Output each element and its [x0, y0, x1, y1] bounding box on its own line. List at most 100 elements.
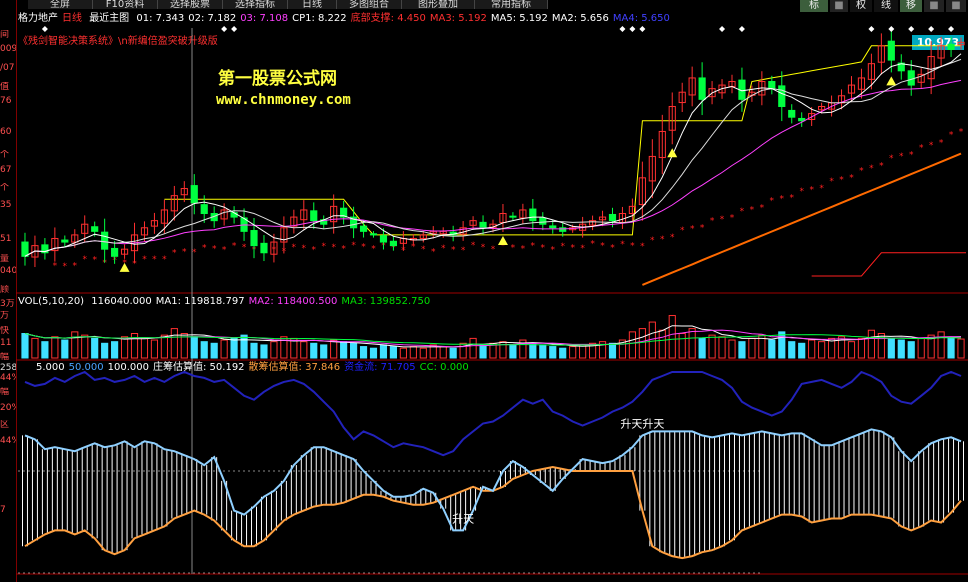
- candle-body: [81, 223, 89, 234]
- buy-signal-marker: [119, 262, 130, 272]
- header-value: MA3: 139852.750: [341, 296, 431, 307]
- header-value: MA3: 5.192: [429, 13, 487, 24]
- volume-bar: [937, 331, 945, 359]
- support-star: *: [351, 241, 356, 251]
- volume-bar: [51, 336, 59, 359]
- candle-body: [549, 225, 557, 229]
- toolbar-move-button[interactable]: 移: [900, 0, 922, 12]
- candle-body: [330, 205, 338, 223]
- candle-body: [827, 102, 836, 110]
- support-star: *: [222, 245, 227, 255]
- candle-body: [808, 113, 816, 121]
- support-star: *: [909, 151, 914, 161]
- multi-chart-button[interactable]: 多图组合: [337, 0, 402, 9]
- candle-body: [499, 213, 507, 224]
- left-axis-label: 幅: [0, 352, 10, 362]
- subtitle: 《残剑智能决策系统》\n新编倍盈突破升级版: [18, 36, 218, 47]
- candle-body: [419, 234, 427, 239]
- vol-name: VOL(5,10,20): [18, 296, 85, 307]
- toolbar-square-button[interactable]: ■: [830, 0, 848, 12]
- select-indicator-button[interactable]: 选择指标: [223, 0, 288, 9]
- buy-signal-marker: [667, 148, 678, 158]
- support-star: *: [610, 243, 615, 253]
- candle-body: [340, 207, 348, 218]
- period-label: 日线: [62, 13, 82, 24]
- left-axis-label: 040: [0, 266, 16, 276]
- candle-body: [91, 226, 99, 232]
- vol-ma3-line: [24, 333, 962, 346]
- f10-button[interactable]: F10资料: [93, 0, 158, 9]
- volume-bar: [111, 341, 119, 359]
- support-star: *: [451, 245, 456, 255]
- candle-body: [459, 227, 467, 235]
- volume-bar: [738, 341, 746, 359]
- left-axis-label: 44%: [0, 373, 16, 383]
- candle-body: [539, 217, 547, 225]
- signal-label: 升天: [452, 512, 474, 525]
- candle-body: [758, 81, 766, 96]
- left-axis-label: 258: [0, 363, 16, 373]
- left-axis-label: 个: [0, 150, 10, 160]
- overlay-button[interactable]: 图形叠加: [402, 0, 475, 9]
- left-axis-label: 60: [0, 127, 12, 137]
- toolbar-line-button[interactable]: 线: [874, 0, 898, 12]
- candle-body: [101, 231, 109, 250]
- candle-body: [260, 242, 268, 254]
- volume-bar: [101, 342, 109, 359]
- select-stock-button[interactable]: 选择股票: [158, 0, 223, 9]
- header-value: 116040.000: [91, 296, 152, 307]
- candle-body: [588, 220, 597, 226]
- candle-body: [200, 204, 208, 215]
- volume-bar: [698, 337, 706, 359]
- candle-body: [389, 240, 398, 247]
- toolbar-right-button[interactable]: 权: [850, 0, 872, 12]
- support-star: *: [541, 244, 546, 254]
- support-star: *: [421, 245, 426, 255]
- fullscreen-button[interactable]: 全屏: [28, 0, 93, 9]
- daily-button[interactable]: 日线: [288, 0, 337, 9]
- support-star: *: [580, 244, 585, 254]
- support-star: *: [491, 245, 496, 255]
- header-value: 100.000: [107, 362, 149, 373]
- support-star: *: [252, 246, 257, 256]
- left-axis-label: 快: [0, 326, 10, 336]
- candle-body: [170, 195, 178, 212]
- common-indicator-button[interactable]: 常用指标: [475, 0, 548, 9]
- volume-bar: [340, 341, 348, 359]
- signal-diamond: [719, 26, 726, 32]
- volume-bar: [867, 329, 875, 359]
- left-axis-label: 11: [0, 338, 12, 348]
- support-star: *: [262, 243, 267, 253]
- volume-bar: [748, 337, 756, 359]
- support-star: *: [511, 243, 516, 253]
- toolbar-square-button-3[interactable]: ■: [946, 0, 966, 12]
- candle-body: [837, 95, 846, 104]
- support-star: *: [819, 184, 824, 194]
- support-star: *: [501, 242, 506, 252]
- candle-body: [519, 209, 527, 219]
- support-star: *: [680, 226, 685, 236]
- price-header: 格力地产 日线 最近主图 01: 7.343 02: 7.182 03: 7.108 C…: [18, 13, 678, 25]
- stock-name[interactable]: 格力地产: [18, 13, 58, 24]
- left-axis-label: 7: [0, 505, 6, 515]
- candle-body: [678, 91, 686, 104]
- left-axis-label: 76: [0, 96, 12, 106]
- signal-diamond: [639, 26, 646, 32]
- candle-body: [230, 212, 238, 218]
- toolbar-square-button-2[interactable]: ■: [924, 0, 944, 12]
- volume-bar: [907, 341, 915, 359]
- volume-bar: [230, 337, 238, 359]
- support-star: *: [710, 217, 715, 227]
- volume-bar: [350, 342, 358, 359]
- signal-diamond: [231, 26, 238, 32]
- toolbar-mark-button[interactable]: 标: [800, 0, 828, 12]
- volume-bar: [220, 339, 228, 359]
- support-star: *: [162, 255, 167, 265]
- support-star: *: [750, 206, 755, 216]
- volume-bar: [190, 336, 198, 359]
- support-star: *: [63, 262, 68, 272]
- volume-bar: [947, 337, 955, 359]
- support-star: *: [650, 236, 655, 246]
- candle-body: [111, 247, 119, 257]
- volume-bar: [330, 339, 338, 359]
